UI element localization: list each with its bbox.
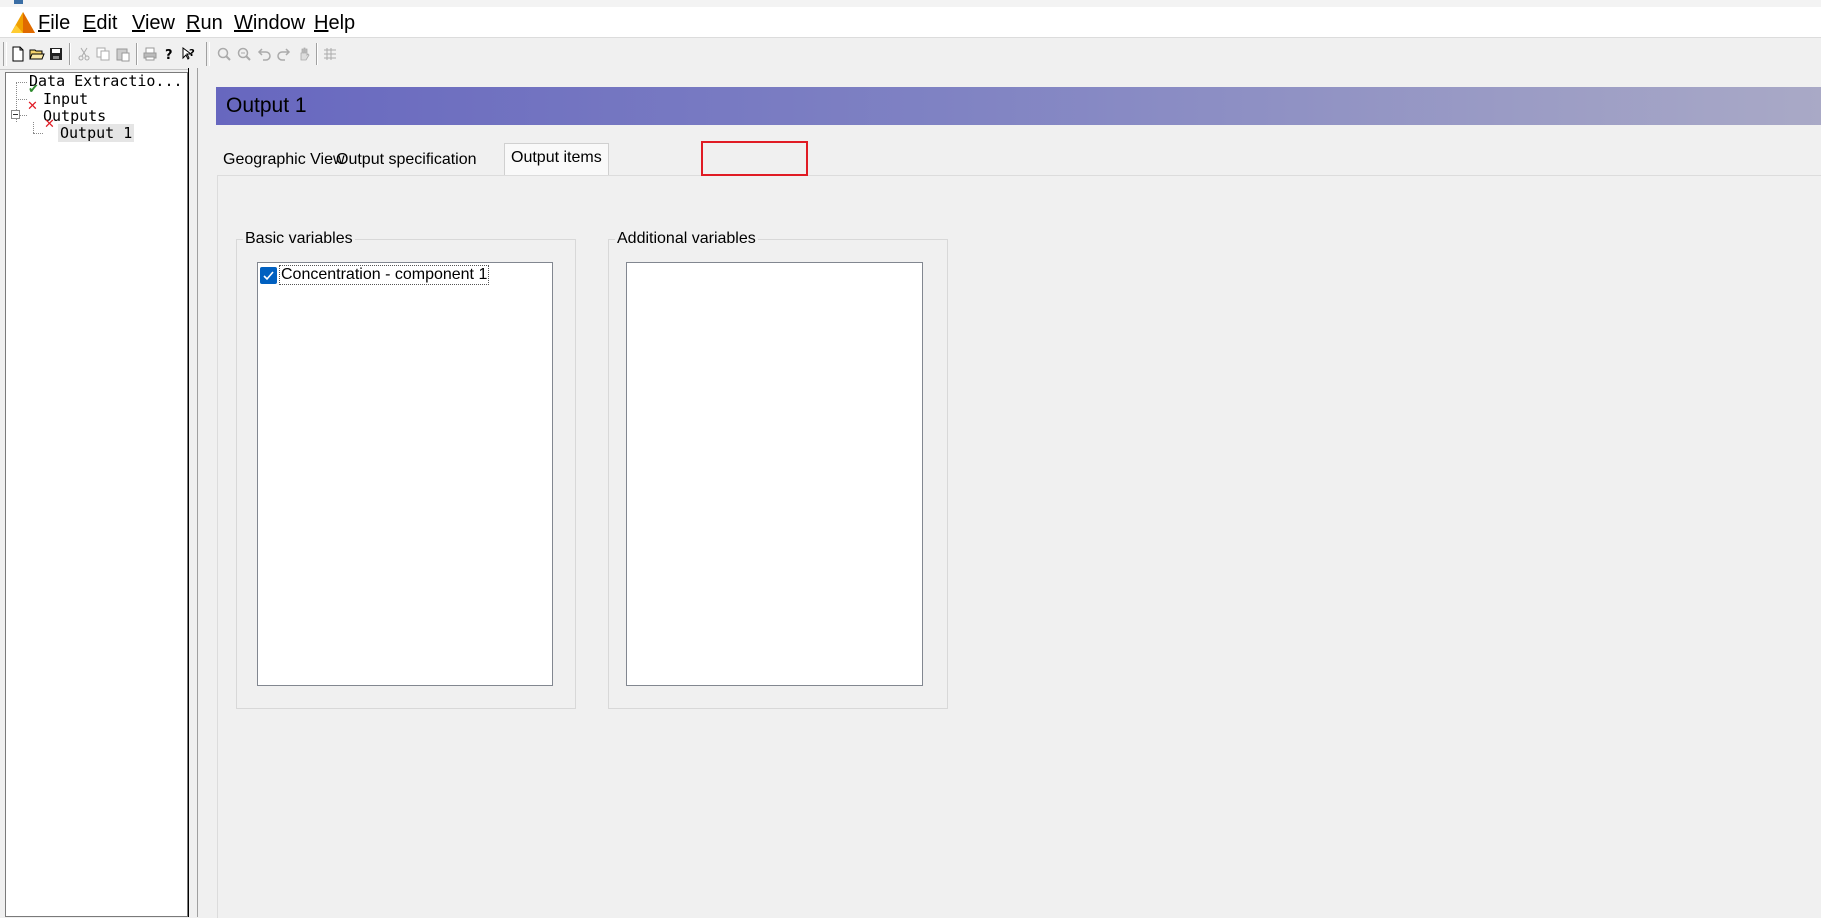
tree-item-output-1[interactable]: Output 1: [58, 124, 135, 142]
app-logo-icon: [11, 12, 35, 33]
main-area: Output 1 Geographic View Output specific…: [199, 68, 1821, 918]
menu-run[interactable]: Run: [186, 11, 223, 35]
menu-view[interactable]: View: [132, 11, 175, 35]
tree-item-input[interactable]: Input: [43, 90, 88, 108]
menu-window[interactable]: Window: [234, 11, 305, 35]
cut-icon[interactable]: [75, 45, 93, 63]
save-icon[interactable]: [47, 45, 65, 63]
svg-text:?: ?: [165, 48, 173, 62]
variable-checkbox[interactable]: [260, 266, 277, 284]
tree-collapse-toggle[interactable]: [11, 110, 20, 119]
project-tree[interactable]: Data Extractio... ✔ Input ✕ Outputs ✕ Ou…: [5, 72, 188, 917]
tree-item-root[interactable]: Data Extractio...: [29, 72, 183, 90]
window-icon: [14, 0, 23, 4]
context-help-icon[interactable]: ?: [180, 45, 198, 63]
menu-edit[interactable]: Edit: [83, 11, 117, 35]
basic-variables-list[interactable]: Concentration - component 1: [257, 262, 553, 686]
zoom-out-icon[interactable]: [235, 45, 253, 63]
tree-connector: [20, 115, 27, 116]
svg-text:?: ?: [189, 48, 195, 59]
tab-panel-output-items: Basic variables Concentration - componen…: [217, 175, 1821, 918]
toolbar: ? ?: [0, 37, 1821, 70]
error-icon: ✕: [44, 117, 55, 132]
menu-file[interactable]: File: [38, 11, 70, 35]
tab-output-items[interactable]: Output items: [504, 143, 609, 175]
open-folder-icon[interactable]: [28, 45, 46, 63]
additional-variables-list[interactable]: [626, 262, 923, 686]
list-item[interactable]: Concentration - component 1: [260, 265, 490, 285]
toolbar-separator: [69, 43, 71, 65]
error-icon: ✕: [27, 99, 38, 114]
help-icon[interactable]: ?: [160, 45, 178, 63]
redo-zoom-icon[interactable]: [275, 45, 293, 63]
basic-variables-group: Basic variables Concentration - componen…: [236, 229, 576, 709]
menu-help[interactable]: Help: [314, 11, 355, 35]
menu-bar: File Edit View Run Window Help: [0, 7, 1821, 37]
pan-icon[interactable]: [295, 45, 313, 63]
toolbar-separator: [316, 43, 318, 65]
page-header: Output 1: [216, 87, 1821, 125]
print-icon[interactable]: [141, 45, 159, 63]
toolbar-grip[interactable]: [206, 42, 210, 66]
check-icon: ✔: [28, 82, 39, 97]
additional-variables-label: Additional variables: [615, 229, 758, 249]
variable-label: Concentration - component 1: [279, 265, 490, 285]
checkmark-icon: [263, 270, 274, 280]
paste-icon[interactable]: [114, 45, 132, 63]
toolbar-grip[interactable]: [3, 42, 7, 66]
page-title: Output 1: [226, 94, 307, 117]
window-title-strip: [0, 0, 1821, 7]
tree-connector: [33, 133, 43, 134]
zoom-in-icon[interactable]: [215, 45, 233, 63]
tab-highlight-box: [701, 141, 808, 176]
toolbar-separator: [136, 43, 138, 65]
new-file-icon[interactable]: [9, 45, 27, 63]
additional-variables-group: Additional variables: [608, 229, 948, 709]
panel-splitter-edge: [197, 68, 198, 917]
tree-connector: [16, 99, 27, 100]
tab-output-specification[interactable]: Output specification: [330, 146, 483, 174]
tree-connector: [33, 122, 34, 133]
undo-zoom-icon[interactable]: [255, 45, 273, 63]
tree-connector: [16, 82, 27, 83]
basic-variables-label: Basic variables: [243, 229, 355, 249]
grid-icon[interactable]: [321, 45, 339, 63]
copy-icon[interactable]: [94, 45, 112, 63]
